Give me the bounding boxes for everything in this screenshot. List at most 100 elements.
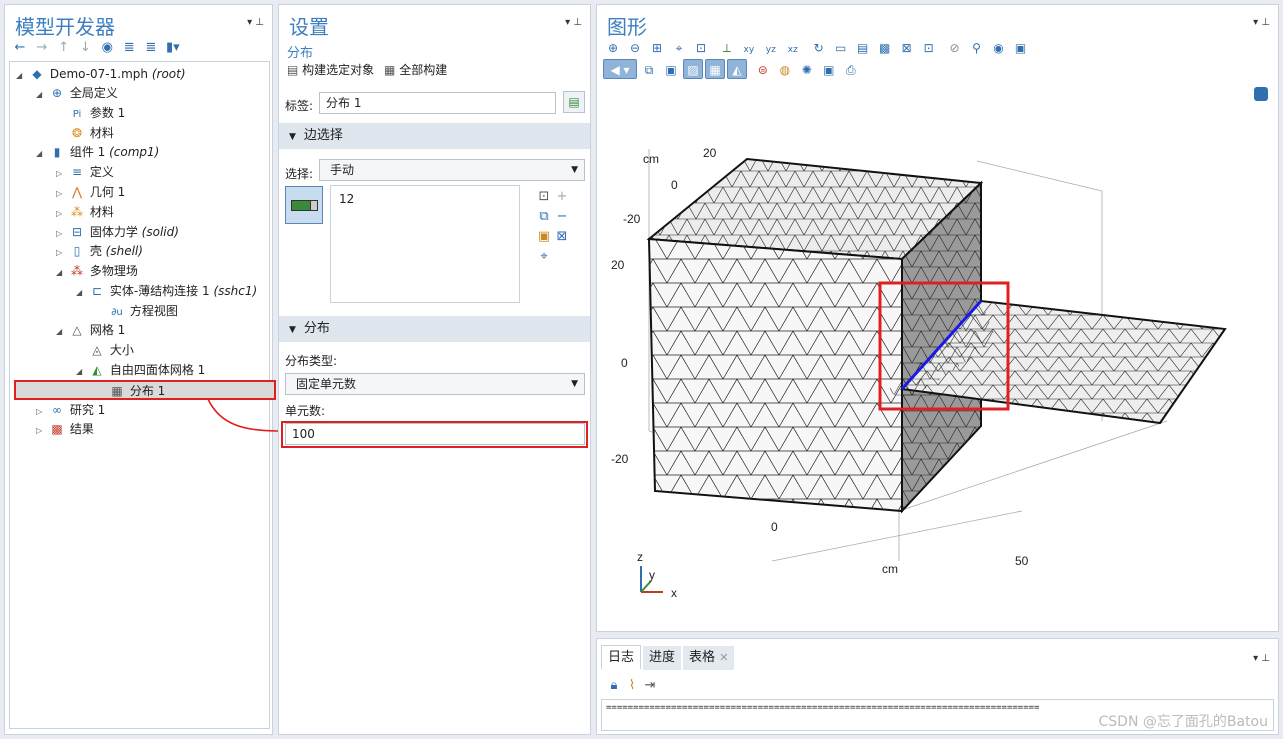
- screenshot-icon[interactable]: ▣: [819, 60, 839, 80]
- color-table-icon[interactable]: ⊜: [753, 60, 773, 80]
- component-icon: ▮: [53, 145, 61, 159]
- grid-icon[interactable]: ▦: [705, 59, 725, 79]
- zoom-to-selection-icon[interactable]: ⌖: [535, 248, 553, 266]
- label-caption: 标签:: [285, 99, 314, 113]
- link-icon[interactable]: ⚲: [966, 38, 986, 58]
- tree-item-equation-view[interactable]: ∂u 方程视图: [108, 301, 178, 321]
- tree-item-mesh[interactable]: ◢ △ 网格 1: [56, 320, 125, 340]
- element-count-input[interactable]: 100: [285, 423, 585, 445]
- up-arrow-icon[interactable]: ↑: [55, 39, 73, 57]
- tick-y-0: 0: [671, 178, 678, 192]
- tree-item-solid-thin-connection[interactable]: ◢ ⊏ 实体-薄结构连接 1 (sshc1): [76, 281, 257, 301]
- mesh-viewport[interactable]: cm 20 0 -20 20 0 -20 0 cm 50 z y x: [597, 91, 1278, 631]
- scene-light-icon[interactable]: ▨: [683, 59, 703, 79]
- render-icon[interactable]: ▩: [875, 38, 895, 58]
- tree-item-shell[interactable]: ▷ ▯ 壳 (shell): [56, 241, 143, 261]
- palette-icon[interactable]: ◍: [775, 60, 795, 80]
- paste-selection-icon[interactable]: ▣: [535, 228, 553, 246]
- tetrahedral-icon: ◭: [92, 363, 102, 377]
- add-icon[interactable]: +: [553, 188, 571, 206]
- label-edit-button[interactable]: ▤: [563, 91, 585, 113]
- zoom-selection-icon[interactable]: ⊡: [691, 38, 711, 58]
- results-icon: ▩: [51, 422, 63, 436]
- select-box-icon[interactable]: ⊡: [535, 188, 553, 206]
- tab-progress[interactable]: 进度: [643, 646, 682, 670]
- tree-item-materials[interactable]: ▷ ⁂ 材料: [56, 202, 114, 222]
- distribution-section[interactable]: ▼ 分布: [279, 316, 590, 342]
- view-xy-icon[interactable]: xy: [739, 40, 759, 60]
- graphics-header: 图形 ▾ ⊥: [597, 5, 1278, 39]
- selection-list-item[interactable]: 12: [339, 192, 354, 206]
- edge-selection-section[interactable]: ▼ 边选择: [279, 123, 590, 149]
- tree-item-free-tetrahedral[interactable]: ◢ ◭ 自由四面体网格 1: [76, 360, 205, 380]
- collapse-all-icon[interactable]: ≣: [142, 39, 160, 57]
- pin-icon[interactable]: ▾ ⊥: [565, 17, 582, 28]
- transparency-icon[interactable]: ⧉: [639, 60, 659, 80]
- model-builder-toolbar: ← → ↑ ↓ ◉ ≣ ≣ ▮▾: [5, 39, 272, 61]
- remove-icon[interactable]: −: [553, 208, 571, 226]
- svg-text:x: x: [671, 586, 677, 600]
- selection-list[interactable]: 12: [330, 185, 520, 303]
- tree-item-parameters[interactable]: Pi 参数 1: [68, 103, 126, 123]
- build-all-button[interactable]: ▦ 全部构建: [384, 63, 447, 77]
- reset-icon[interactable]: ✺: [797, 60, 817, 80]
- tree-item-solid-mechanics[interactable]: ▷ ⊟ 固体力学 (solid): [56, 222, 179, 242]
- material-icon: ❂: [71, 126, 83, 140]
- distribution-type-caption: 分布类型:: [285, 354, 338, 368]
- tree-item-size[interactable]: ◬ 大小: [88, 340, 133, 360]
- select-all-icon[interactable]: ⊠: [897, 38, 917, 58]
- pin-icon[interactable]: ▾ ⊥: [1253, 17, 1270, 28]
- clear-log-icon[interactable]: ⌇: [623, 677, 641, 695]
- pin-icon[interactable]: ▾ ⊥: [1253, 653, 1270, 664]
- select-mode-icon[interactable]: ▭: [831, 38, 851, 58]
- tree-item-geometry[interactable]: ▷ ⋀ 几何 1: [56, 182, 125, 202]
- selection-dropdown[interactable]: 手动 ▼: [319, 159, 585, 181]
- active-toggle-button[interactable]: [285, 186, 323, 224]
- eye-icon[interactable]: ◉: [98, 39, 116, 57]
- clear-selection-icon[interactable]: ⊠: [553, 228, 571, 246]
- axis-orient-icon[interactable]: ⟂: [717, 38, 737, 58]
- tree-item-results[interactable]: ▷ ▩ 结果: [36, 419, 94, 439]
- tree-item-global-definitions[interactable]: ◢ ⊕ 全局定义: [36, 83, 118, 103]
- tree-item-study[interactable]: ▷ ∞ 研究 1: [36, 400, 105, 420]
- build-selected-button[interactable]: ▤ 构建选定对象: [287, 63, 374, 77]
- rotate-icon[interactable]: ↻: [809, 38, 829, 58]
- wireframe-icon[interactable]: ▣: [1010, 38, 1030, 58]
- frame-icon[interactable]: ▣: [661, 60, 681, 80]
- label-input[interactable]: 分布 1: [319, 92, 556, 114]
- zoom-extents-icon[interactable]: ⌖: [669, 38, 689, 58]
- lock-icon[interactable]: 🔒︎: [605, 677, 623, 695]
- view-yz-icon[interactable]: yz: [761, 40, 781, 60]
- zoom-box-icon[interactable]: ⊞: [647, 38, 667, 58]
- tree-item-component[interactable]: ◢ ▮ 组件 1 (comp1): [36, 142, 159, 162]
- tab-table[interactable]: 表格 ✕: [683, 646, 735, 670]
- tree-options-icon[interactable]: ▮▾: [164, 39, 182, 57]
- pin-icon[interactable]: ▾ ⊥: [247, 17, 264, 28]
- copy-selection-icon[interactable]: ⧉: [535, 208, 553, 226]
- edge-select-icon[interactable]: ◀ ▾: [603, 59, 637, 79]
- export-log-icon[interactable]: ⇥: [641, 677, 659, 695]
- zoom-out-icon[interactable]: ⊖: [625, 38, 645, 58]
- zoom-in-icon[interactable]: ⊕: [603, 38, 623, 58]
- forward-arrow-icon[interactable]: →: [33, 39, 51, 57]
- down-arrow-icon[interactable]: ↓: [76, 39, 94, 57]
- view-xz-icon[interactable]: xz: [783, 40, 803, 60]
- globe-icon: ⊕: [51, 86, 63, 100]
- tree-item-multiphysics[interactable]: ◢ ⁂ 多物理场: [56, 261, 138, 281]
- clear-select-icon[interactable]: ⊡: [919, 38, 939, 58]
- mesh-render-icon[interactable]: ◭: [727, 59, 747, 79]
- model-builder-title: 模型开发器: [15, 15, 115, 39]
- expand-all-icon[interactable]: ≣: [120, 39, 138, 57]
- tree-item-root[interactable]: ◢ ◆ Demo-07-1.mph (root): [16, 64, 186, 84]
- settings-header: 设置 ▾ ⊥: [279, 5, 590, 39]
- back-arrow-icon[interactable]: ←: [11, 39, 29, 57]
- tab-log[interactable]: 日志: [601, 645, 642, 669]
- camera-view-icon[interactable]: ▤: [853, 38, 873, 58]
- distribution-type-dropdown[interactable]: 固定单元数 ▼: [285, 373, 585, 395]
- show-icon[interactable]: ◉: [988, 38, 1008, 58]
- tree-item-definitions[interactable]: ▷ ≡ 定义: [56, 162, 114, 182]
- close-icon[interactable]: ✕: [719, 651, 728, 664]
- hide-icon[interactable]: ⊘: [944, 38, 964, 58]
- tree-item-global-materials[interactable]: ❂ 材料: [68, 123, 114, 143]
- print-icon[interactable]: ⎙: [841, 60, 861, 80]
